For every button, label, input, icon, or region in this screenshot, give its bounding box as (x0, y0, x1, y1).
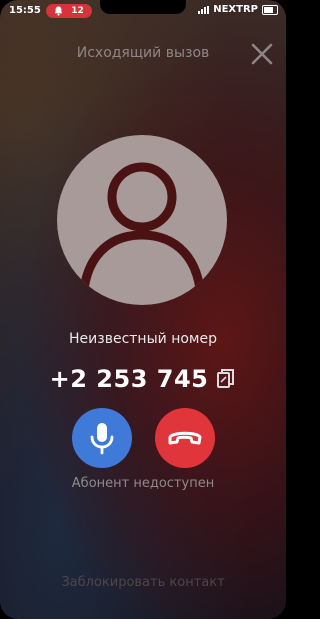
bell-icon (54, 6, 63, 16)
call-screen: 15:55 12 NEXTRP Исходящий вызов Неизвест… (0, 0, 286, 619)
microphone-button[interactable] (72, 408, 132, 468)
call-status: Абонент недоступен (71, 476, 215, 491)
notification-count: 12 (71, 6, 84, 16)
caller-number-row: +2 253 745 (0, 365, 286, 393)
close-icon (251, 43, 273, 65)
block-contact-button[interactable]: Заблокировать контакт (0, 575, 286, 590)
copy-icon[interactable] (216, 368, 236, 390)
avatar (57, 135, 227, 305)
status-indicators: NEXTRP (198, 4, 278, 15)
close-button[interactable] (250, 42, 274, 66)
status-time: 15:55 (9, 5, 41, 16)
caller-label: Неизвестный номер (69, 331, 217, 347)
microphone-icon (90, 423, 114, 455)
carrier-name: NEXTRP (213, 4, 258, 15)
camera-notch (100, 0, 186, 14)
signal-icon (198, 5, 210, 14)
phone-hangup-icon (168, 431, 202, 445)
page-title: Исходящий вызов (76, 45, 210, 61)
person-avatar-icon (57, 135, 227, 305)
caller-number: +2 253 745 (49, 365, 209, 393)
notification-badge[interactable]: 12 (46, 4, 92, 18)
battery-icon (262, 4, 278, 15)
hangup-button[interactable] (155, 408, 215, 468)
status-bar: 15:55 12 NEXTRP (0, 0, 286, 22)
